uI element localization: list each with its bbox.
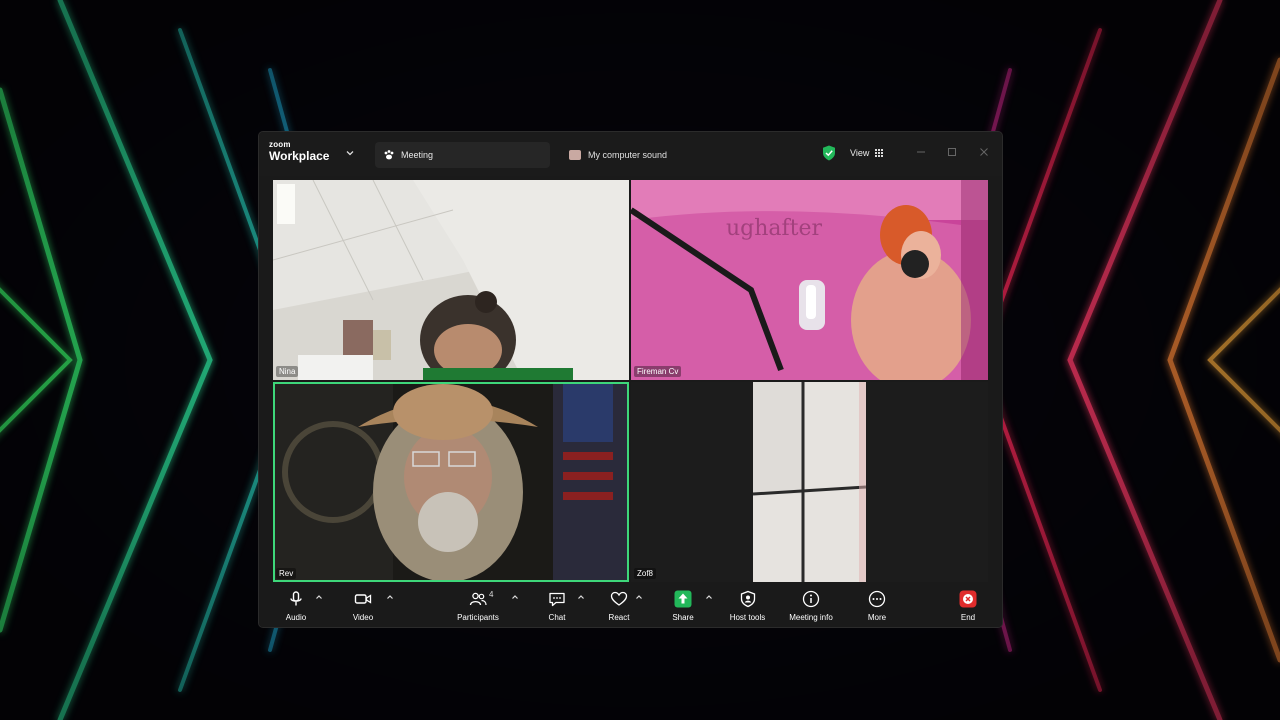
camera-icon (354, 594, 372, 604)
host-tools-label: Host tools (729, 613, 766, 622)
video-tile-rev[interactable]: Rev (273, 382, 629, 582)
video-label: Video (352, 613, 374, 622)
share-up-arrow-icon (674, 590, 692, 608)
zoom-workplace-logo[interactable]: zoom Workplace (269, 140, 330, 164)
participant-name: Fireman Cv (634, 366, 682, 377)
chat-options-chevron-icon[interactable] (577, 594, 585, 600)
react-options-chevron-icon[interactable] (635, 594, 643, 600)
info-icon (802, 590, 820, 608)
tab-meeting[interactable]: Meeting (375, 142, 550, 168)
view-button[interactable]: View (849, 142, 891, 164)
close-icon[interactable] (978, 146, 990, 158)
video-feed (631, 382, 988, 582)
participant-name: Nina (276, 366, 299, 377)
share-options-chevron-icon[interactable] (705, 594, 713, 600)
paw-icon (384, 150, 394, 160)
shield-check-icon[interactable] (822, 145, 836, 161)
host-tools-button[interactable]: Host tools (724, 586, 771, 624)
video-feed: ughafter (631, 180, 988, 380)
participant-name: Zof8 (634, 568, 657, 579)
video-options-chevron-icon[interactable] (386, 594, 394, 600)
participants-label: Participants (457, 613, 499, 622)
meeting-toolbar: Audio Video Participants 4 Chat React Sh… (259, 583, 1002, 627)
end-label: End (960, 613, 976, 622)
audio-options-chevron-icon[interactable] (315, 594, 323, 600)
minimize-icon[interactable] (915, 146, 927, 158)
share-button[interactable]: Share (668, 586, 698, 624)
chevron-down-icon[interactable] (345, 148, 355, 158)
end-button[interactable]: End (953, 586, 983, 624)
more-button[interactable]: More (862, 586, 892, 624)
close-icon (959, 590, 977, 608)
brand-small: zoom (269, 140, 291, 149)
video-feed (273, 180, 629, 380)
sound-thumbnail-icon (569, 150, 581, 160)
shield-icon (740, 590, 755, 608)
participants-button[interactable]: Participants (453, 586, 503, 624)
heart-icon (610, 591, 628, 606)
meeting-info-button[interactable]: Meeting info (783, 586, 839, 624)
audio-button[interactable]: Audio (281, 586, 311, 624)
participant-count: 4 (489, 590, 494, 599)
ellipsis-icon (868, 590, 886, 608)
share-label: Share (672, 613, 694, 622)
video-feed (273, 382, 629, 582)
tab-sound-label: My computer sound (588, 150, 668, 160)
react-label: React (608, 613, 630, 622)
chat-bubble-icon (549, 592, 565, 607)
chat-label: Chat (548, 613, 566, 622)
video-tile-fireman-cv[interactable]: ughafter Fireman Cv (631, 180, 988, 380)
people-icon (469, 592, 487, 606)
video-button[interactable]: Video (348, 586, 378, 624)
zoom-window: zoom Workplace Meeting My computer sound… (259, 132, 1002, 627)
participant-name: Rev (276, 568, 297, 579)
chat-button[interactable]: Chat (542, 586, 572, 624)
grid-icon (875, 149, 883, 157)
more-label: More (867, 613, 887, 622)
audio-label: Audio (285, 613, 307, 622)
title-bar: zoom Workplace Meeting My computer sound… (259, 132, 1002, 176)
react-button[interactable]: React (604, 586, 634, 624)
tab-meeting-label: Meeting (401, 150, 434, 160)
video-tile-zof8[interactable]: Zof8 (631, 382, 988, 582)
meeting-info-label: Meeting info (789, 613, 833, 622)
maximize-icon[interactable] (946, 146, 958, 158)
participants-options-chevron-icon[interactable] (511, 594, 519, 600)
video-tile-nina[interactable]: Nina (273, 180, 629, 380)
svg-text:ughafter: ughafter (726, 216, 823, 241)
brand-name: Workplace (269, 149, 330, 163)
view-label: View (850, 148, 870, 158)
microphone-icon (290, 591, 302, 606)
